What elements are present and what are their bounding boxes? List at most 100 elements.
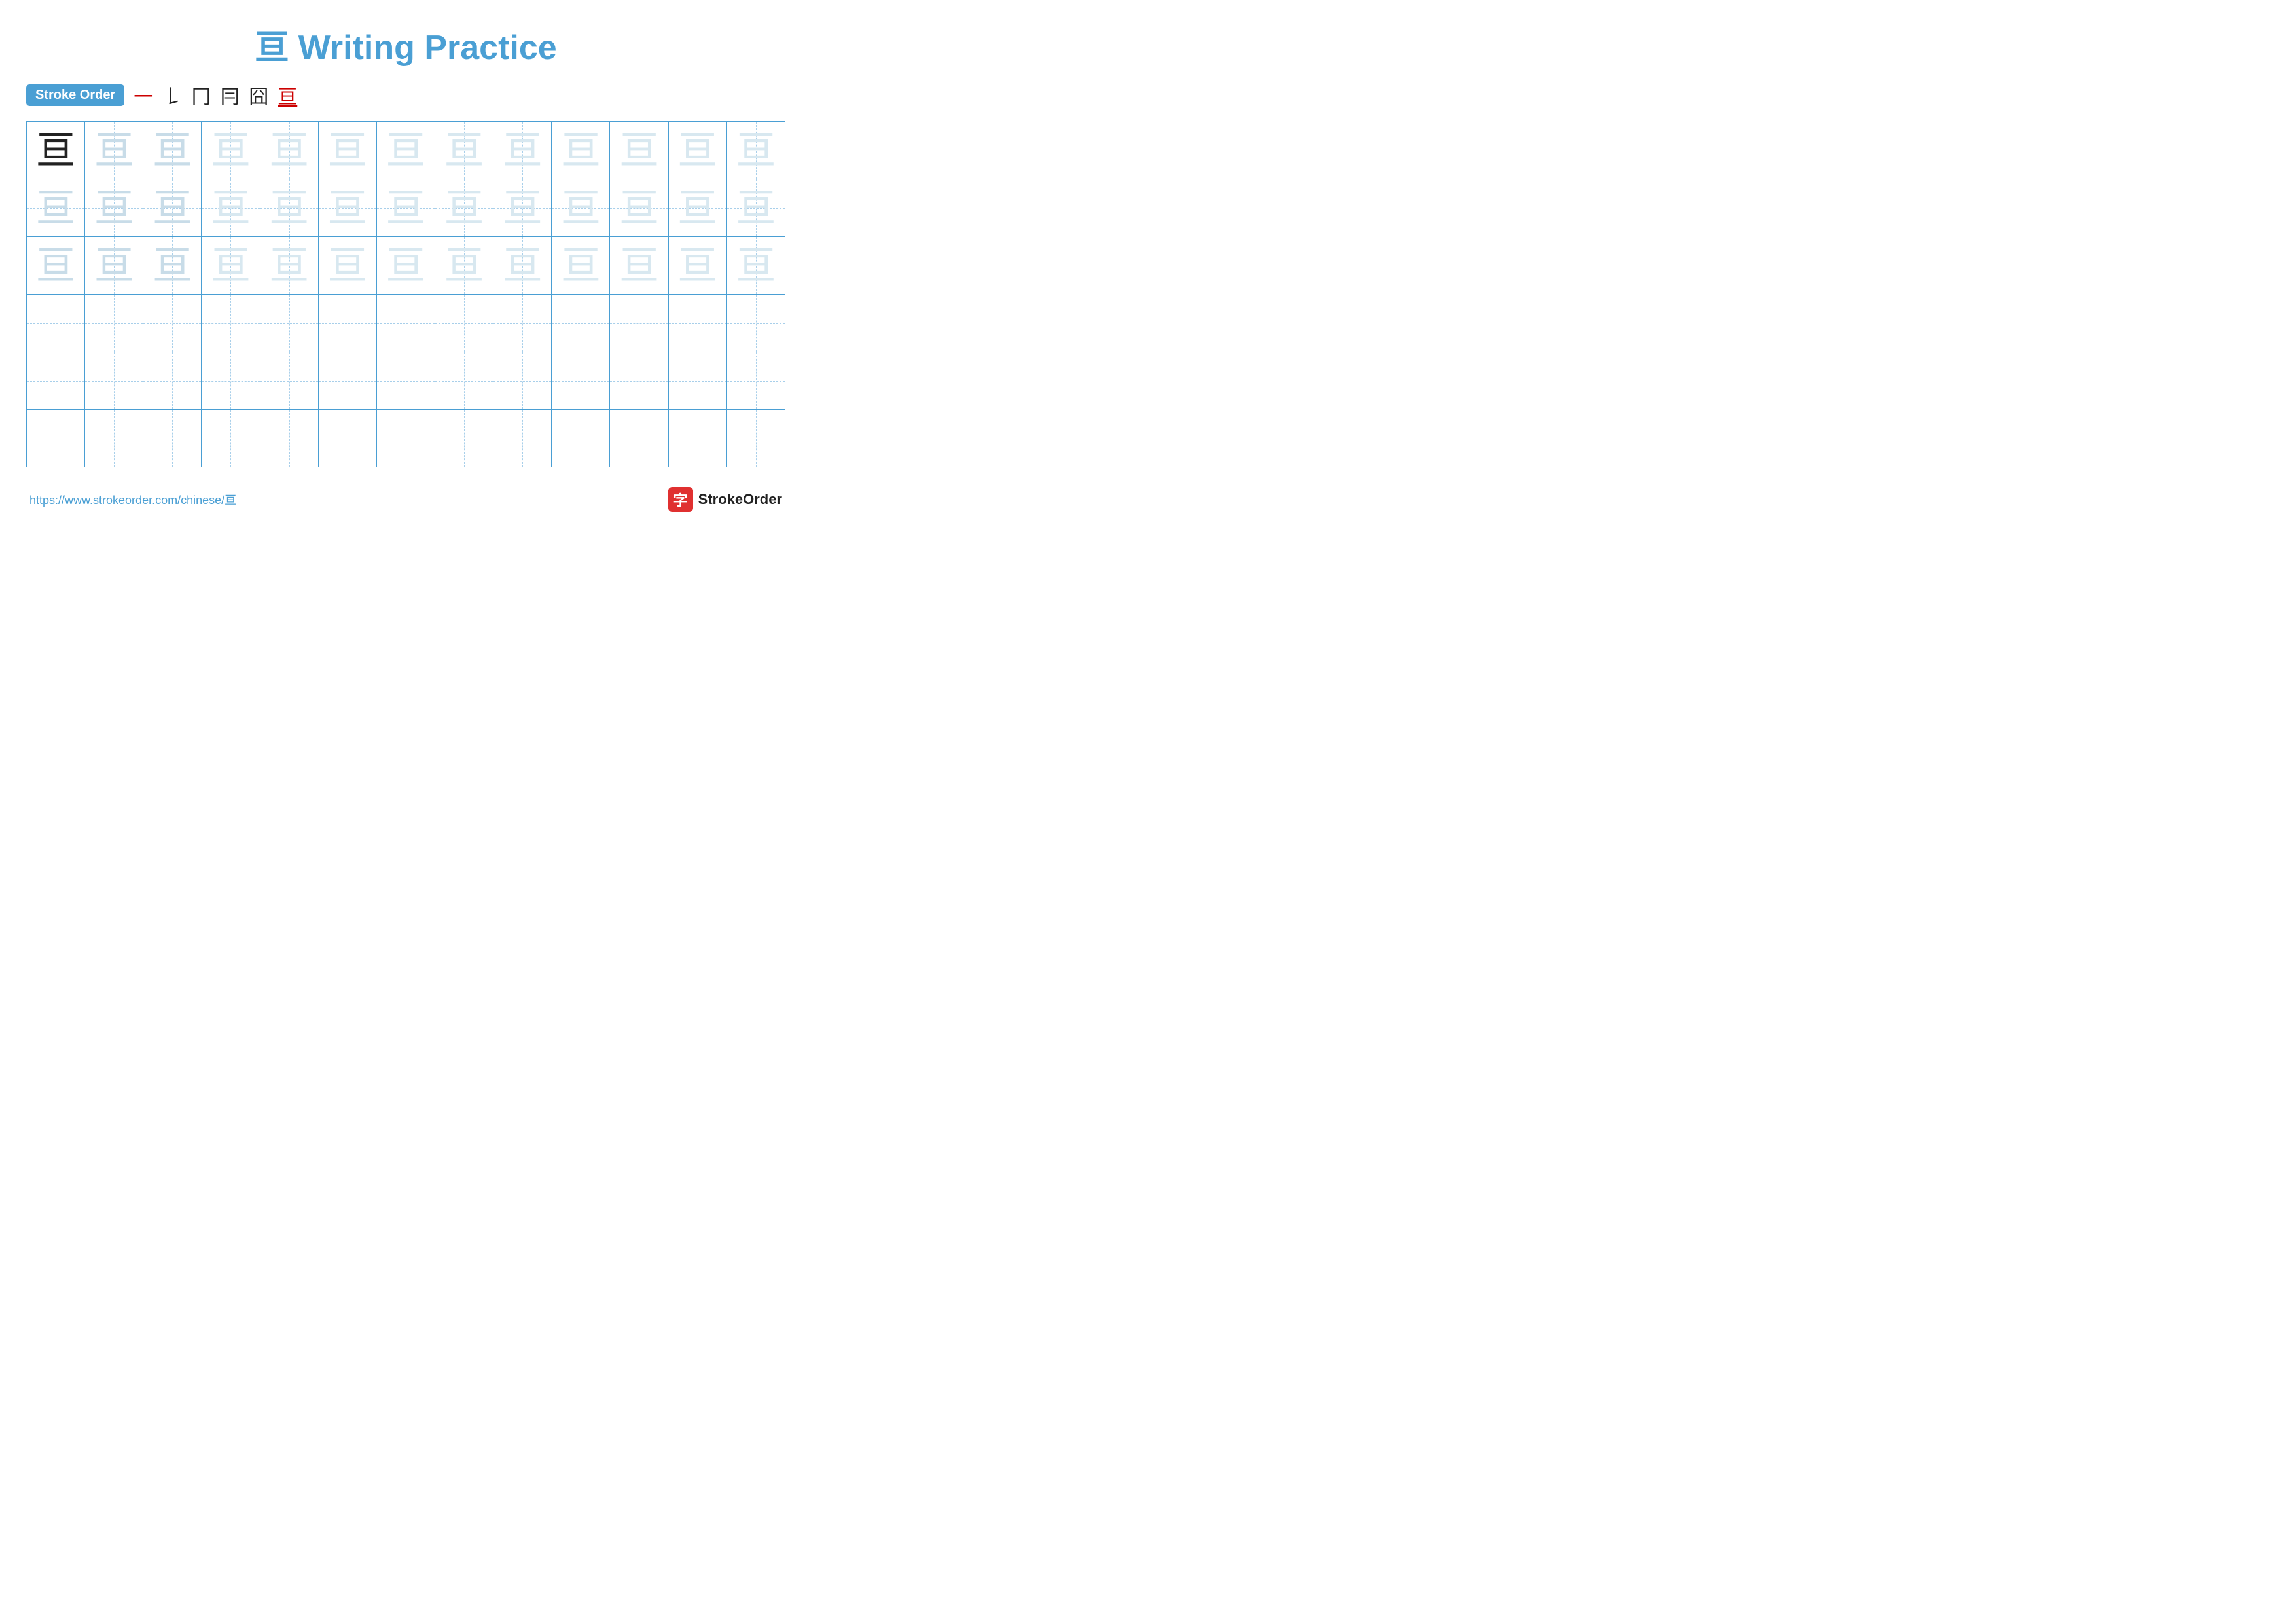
stroke-seq-2: 𠄌 [162, 81, 182, 109]
char-faint: 亘 [678, 186, 717, 230]
grid-cell: 亘 [143, 237, 202, 295]
char-ghost: 亘 [152, 128, 192, 172]
grid-cell: 亘 [376, 122, 435, 179]
grid-cell [726, 352, 785, 410]
grid-cell: 亘 [202, 237, 260, 295]
grid-row-2: 亘 亘 亘 亘 亘 亘 亘 亘 亘 [27, 179, 785, 237]
grid-cell [27, 352, 85, 410]
grid-cell [493, 410, 552, 467]
char-solid: 亘 [36, 128, 75, 172]
grid-cell: 亘 [202, 179, 260, 237]
char-faint: 亘 [503, 128, 542, 172]
grid-cell [493, 352, 552, 410]
grid-cell: 亘 [493, 122, 552, 179]
char-ghost: 亘 [36, 186, 75, 230]
grid-cell [610, 410, 668, 467]
grid-cell [260, 410, 318, 467]
grid-cell [202, 410, 260, 467]
stroke-seq-1: 一 [134, 81, 153, 109]
grid-cell: 亘 [726, 237, 785, 295]
grid-cell: 亘 [143, 122, 202, 179]
char-faint: 亘 [503, 186, 542, 230]
grid-cell: 亘 [668, 237, 726, 295]
char-faint: 亘 [270, 244, 309, 287]
grid-cell [726, 410, 785, 467]
grid-cell: 亘 [552, 179, 610, 237]
grid-row-5 [27, 352, 785, 410]
char-faint: 亘 [211, 186, 250, 230]
grid-cell [552, 295, 610, 352]
char-faint: 亘 [328, 186, 367, 230]
grid-cell [552, 410, 610, 467]
grid-cell [668, 410, 726, 467]
grid-cell: 亘 [260, 179, 318, 237]
char-faint: 亘 [386, 244, 425, 287]
grid-cell: 亘 [435, 179, 493, 237]
char-ghost: 亘 [36, 244, 75, 287]
char-faint: 亘 [736, 186, 776, 230]
grid-cell [85, 295, 143, 352]
grid-cell [376, 410, 435, 467]
stroke-seq-5: 囧 [249, 81, 268, 109]
char-ghost: 亘 [94, 186, 134, 230]
grid-cell [27, 410, 85, 467]
grid-cell: 亘 [726, 122, 785, 179]
grid-cell: 亘 [27, 122, 85, 179]
char-faint: 亘 [328, 244, 367, 287]
grid-cell: 亘 [610, 179, 668, 237]
grid-cell [143, 410, 202, 467]
grid-cell: 亘 [85, 122, 143, 179]
footer: https://www.strokeorder.com/chinese/亘 字 … [26, 487, 785, 512]
grid-cell [435, 352, 493, 410]
page-title: 亘 Writing Practice [26, 20, 785, 69]
grid-cell [318, 410, 376, 467]
stroke-seq-3: 冂 [191, 81, 211, 109]
grid-cell: 亘 [85, 179, 143, 237]
grid-cell: 亘 [610, 122, 668, 179]
char-faint: 亘 [736, 244, 776, 287]
grid-cell [668, 352, 726, 410]
grid-cell [493, 295, 552, 352]
grid-cell [552, 352, 610, 410]
grid-cell [143, 295, 202, 352]
char-faint: 亘 [211, 244, 250, 287]
grid-cell [435, 410, 493, 467]
grid-cell: 亘 [552, 122, 610, 179]
grid-cell: 亘 [202, 122, 260, 179]
char-ghost: 亘 [94, 244, 134, 287]
char-ghost: 亘 [152, 244, 192, 287]
grid-cell: 亘 [260, 122, 318, 179]
grid-cell: 亘 [318, 179, 376, 237]
grid-cell [318, 352, 376, 410]
char-faint: 亘 [328, 128, 367, 172]
char-faint: 亘 [561, 186, 600, 230]
grid-cell: 亘 [85, 237, 143, 295]
footer-logo-icon: 字 [668, 487, 693, 512]
grid-row-1: 亘 亘 亘 亘 亘 亘 亘 亘 亘 [27, 122, 785, 179]
grid-row-6 [27, 410, 785, 467]
grid-cell: 亘 [435, 237, 493, 295]
footer-url[interactable]: https://www.strokeorder.com/chinese/亘 [29, 491, 236, 508]
grid-cell [610, 295, 668, 352]
grid-cell: 亘 [27, 237, 85, 295]
stroke-sequence: 一 𠄌 冂 冃 囧 亘 [134, 81, 297, 109]
grid-cell: 亘 [493, 179, 552, 237]
char-faint: 亘 [444, 128, 484, 172]
char-faint: 亘 [619, 244, 658, 287]
grid-cell: 亘 [143, 179, 202, 237]
char-faint: 亘 [678, 244, 717, 287]
char-faint: 亘 [619, 186, 658, 230]
char-faint: 亘 [386, 128, 425, 172]
grid-cell [202, 352, 260, 410]
char-faint: 亘 [561, 128, 600, 172]
grid-cell [376, 295, 435, 352]
grid-cell: 亘 [668, 122, 726, 179]
grid-cell [260, 295, 318, 352]
char-faint: 亘 [211, 128, 250, 172]
grid-cell [143, 352, 202, 410]
char-faint: 亘 [619, 128, 658, 172]
grid-cell [726, 295, 785, 352]
grid-cell [610, 352, 668, 410]
stroke-order-row: Stroke Order 一 𠄌 冂 冃 囧 亘 [26, 81, 785, 109]
char-faint: 亘 [270, 186, 309, 230]
